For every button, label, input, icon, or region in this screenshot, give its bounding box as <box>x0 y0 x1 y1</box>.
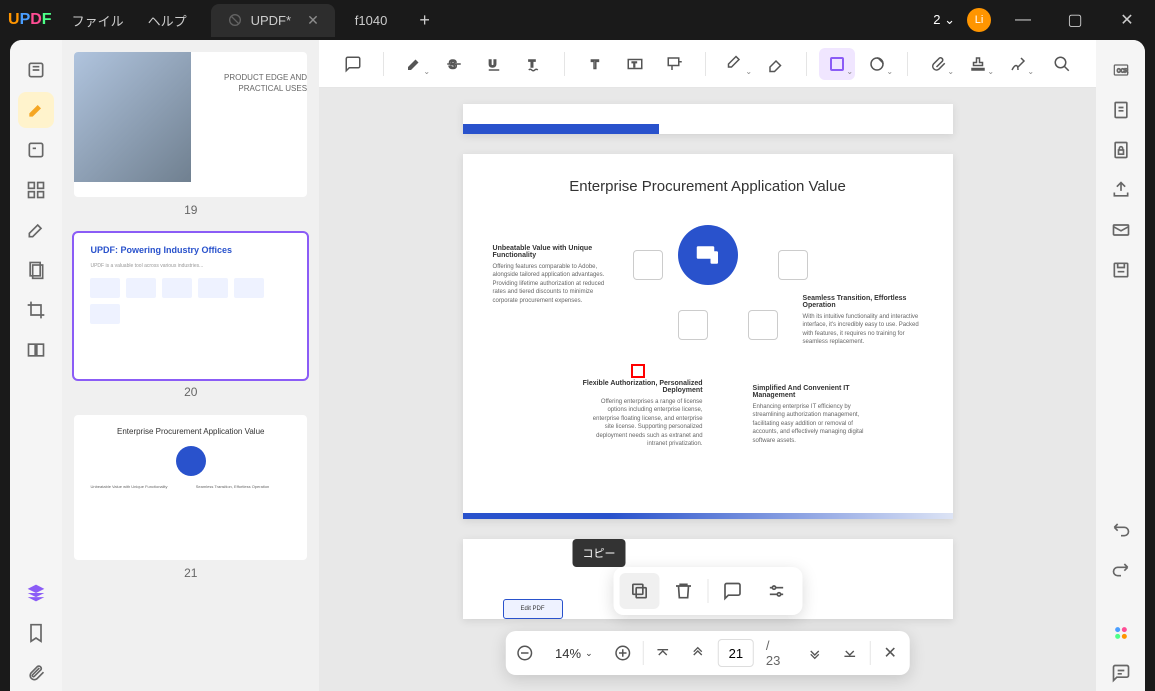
attachment-button[interactable] <box>18 655 54 691</box>
zoom-out-button[interactable] <box>509 637 540 669</box>
red-rectangle-annotation[interactable] <box>631 364 645 378</box>
page-title: Enterprise Procurement Application Value <box>493 178 923 195</box>
crop-mode-button[interactable] <box>18 292 54 328</box>
shape-tool[interactable]: ⌄ <box>819 48 855 80</box>
compare-mode-button[interactable] <box>18 332 54 368</box>
window-maximize-button[interactable]: ▢ <box>1055 4 1095 36</box>
first-page-button[interactable] <box>647 637 678 669</box>
layers-button[interactable] <box>18 575 54 611</box>
tooltip: コピー <box>573 539 626 567</box>
thumbnail-number: 19 <box>74 203 307 217</box>
window-close-button[interactable]: ✕ <box>1107 4 1147 36</box>
page-controls: 14%⌄ / 23 ✕ <box>505 631 909 675</box>
page-number-input[interactable] <box>718 639 754 667</box>
attach-tool[interactable]: ⌄ <box>920 48 956 80</box>
edit-mode-button[interactable] <box>18 132 54 168</box>
paint-mode-button[interactable] <box>18 212 54 248</box>
highlight-mode-button[interactable] <box>18 92 54 128</box>
close-controls-button[interactable]: ✕ <box>875 637 906 669</box>
save-button[interactable] <box>1103 252 1139 288</box>
user-avatar[interactable]: Li <box>967 8 991 32</box>
squiggly-tool[interactable]: T <box>516 48 552 80</box>
strikethrough-tool[interactable]: S <box>436 48 472 80</box>
prev-page-button[interactable] <box>683 637 714 669</box>
thumbnails-panel: PRODUCT EDGE ANDPRACTICAL USES 19 UPDF: … <box>62 40 319 691</box>
thumbnail-number: 20 <box>74 385 307 399</box>
tab-label: f1040 <box>355 13 388 28</box>
tab-label: UPDF* <box>251 13 291 28</box>
delete-button[interactable] <box>663 573 703 609</box>
zoom-level[interactable]: 14%⌄ <box>545 646 604 661</box>
textbox-tool[interactable]: T <box>617 48 653 80</box>
tab-updf[interactable]: UPDF* ✕ <box>211 4 335 37</box>
email-button[interactable] <box>1103 212 1139 248</box>
thumbnail-21[interactable]: Enterprise Procurement Application Value… <box>74 415 307 580</box>
underline-tool[interactable]: U <box>476 48 512 80</box>
comment-tool[interactable] <box>335 48 371 80</box>
eraser-tool[interactable] <box>758 48 794 80</box>
search-button[interactable] <box>1044 48 1080 80</box>
document-viewport[interactable]: Enterprise Procurement Application Value… <box>319 88 1096 691</box>
pencil-tool[interactable]: ⌄ <box>718 48 754 80</box>
svg-text:T: T <box>591 57 599 71</box>
thumbnail-number: 21 <box>74 566 307 580</box>
tab-add-button[interactable]: + <box>407 10 442 31</box>
svg-text:OCR: OCR <box>1116 69 1128 75</box>
annotation-toolbar: ⌄ S U T T T ⌄ ⌄ ⌄ ⌄ ⌄ ⌄ <box>319 40 1096 88</box>
stamp2-tool[interactable]: ⌄ <box>960 48 996 80</box>
ai-button[interactable] <box>1103 615 1139 651</box>
sign-tool[interactable]: ⌄ <box>1000 48 1036 80</box>
notification-count[interactable]: 2 ⌄ <box>933 12 955 28</box>
thumbnail-20[interactable]: UPDF: Powering Industry Offices UPDF is … <box>74 233 307 398</box>
right-sidebar: OCR <box>1096 40 1145 691</box>
zoom-in-button[interactable] <box>607 637 638 669</box>
window-minimize-button[interactable]: — <box>1003 4 1043 36</box>
copy-button[interactable] <box>619 573 659 609</box>
chat-button[interactable] <box>1103 655 1139 691</box>
tab-doc-icon <box>227 12 243 28</box>
undo-button[interactable] <box>1103 511 1139 547</box>
callout-tool[interactable] <box>657 48 693 80</box>
pages-mode-button[interactable] <box>18 252 54 288</box>
menu-help[interactable]: ヘルプ <box>148 11 187 30</box>
svg-text:T: T <box>529 58 536 70</box>
menu-file[interactable]: ファイル <box>72 11 124 30</box>
export-button[interactable] <box>1103 92 1139 128</box>
highlighter-tool[interactable]: ⌄ <box>396 48 432 80</box>
ocr-button[interactable]: OCR <box>1103 52 1139 88</box>
share-button[interactable] <box>1103 172 1139 208</box>
protect-button[interactable] <box>1103 132 1139 168</box>
tab-close-button[interactable]: ✕ <box>307 12 319 29</box>
bookmark-button[interactable] <box>18 615 54 651</box>
read-mode-button[interactable] <box>18 52 54 88</box>
left-sidebar <box>10 40 62 691</box>
next-page-button[interactable] <box>799 637 830 669</box>
last-page-button[interactable] <box>834 637 865 669</box>
svg-text:T: T <box>632 60 637 69</box>
organize-mode-button[interactable] <box>18 172 54 208</box>
annotation-context-toolbar: コピー <box>613 567 802 615</box>
properties-button[interactable] <box>756 573 796 609</box>
document-page-21: Enterprise Procurement Application Value… <box>463 154 953 519</box>
stamp-tool[interactable]: ⌄ <box>859 48 895 80</box>
page-total: / 23 <box>758 638 795 668</box>
redo-button[interactable] <box>1103 551 1139 587</box>
text-tool[interactable]: T <box>577 48 613 80</box>
svg-text:U: U <box>489 58 497 70</box>
thumbnail-19[interactable]: PRODUCT EDGE ANDPRACTICAL USES 19 <box>74 52 307 217</box>
tab-f1040[interactable]: f1040 <box>339 5 404 36</box>
app-logo: UPDF <box>8 11 52 29</box>
note-button[interactable] <box>712 573 752 609</box>
